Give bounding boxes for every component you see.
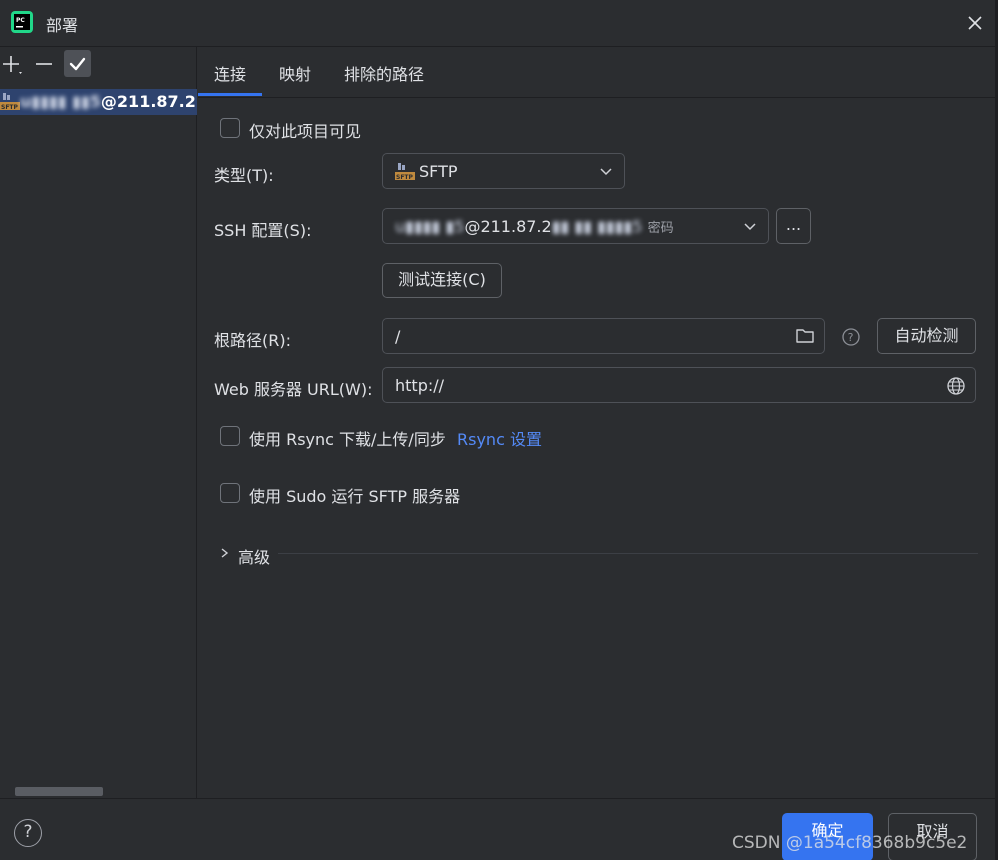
pycharm-logo-icon: PC bbox=[11, 11, 33, 33]
csdn-watermark: CSDN @1a54cf8368b9c5e2 bbox=[732, 833, 968, 853]
ssh-config-label: SSH 配置(S): bbox=[214, 221, 312, 240]
svg-text:PC: PC bbox=[16, 17, 25, 24]
ssh-config-value: u▮▮▮▮ ▮5@211.87.2▮▮ ▮▮ ▮▮▮▮5 密码 bbox=[395, 217, 674, 236]
ssh-config-select[interactable]: u▮▮▮▮ ▮5@211.87.2▮▮ ▮▮ ▮▮▮▮5 密码 bbox=[382, 208, 769, 244]
type-select-value: SFTP bbox=[419, 162, 458, 181]
ssh-auth-type: 密码 bbox=[647, 221, 674, 236]
help-circle-icon[interactable]: ? bbox=[841, 327, 861, 347]
advanced-divider bbox=[278, 553, 978, 554]
chevron-down-icon bbox=[744, 223, 756, 231]
server-name: u▮▮▮▮ ▮▮5@211.87.22 bbox=[20, 92, 197, 111]
ssh-config-more-button[interactable]: ... bbox=[776, 208, 811, 244]
remove-server-icon[interactable] bbox=[31, 52, 57, 78]
server-list-panel: SFTP u▮▮▮▮ ▮▮5@211.87.22 bbox=[0, 47, 197, 798]
dialog-footer: ? 确定 取消 CSDN @1a54cf8368b9c5e2 bbox=[0, 798, 998, 860]
tabs-divider bbox=[198, 97, 998, 98]
tab-connection[interactable]: 连接 bbox=[214, 61, 246, 85]
active-tab-indicator bbox=[198, 93, 262, 96]
tab-mappings[interactable]: 映射 bbox=[279, 61, 311, 85]
ssh-user-redacted: u▮▮▮▮ ▮5 bbox=[395, 217, 465, 236]
horizontal-scrollbar[interactable] bbox=[15, 787, 103, 796]
rsync-label: 使用 Rsync 下载/上传/同步 bbox=[249, 430, 446, 449]
chevron-down-icon bbox=[600, 168, 612, 176]
web-url-field[interactable]: http:// bbox=[382, 367, 976, 403]
web-url-label: Web 服务器 URL(W): bbox=[214, 380, 373, 399]
type-label: 类型(T): bbox=[214, 166, 274, 185]
settings-panel: 连接 映射 排除的路径 仅对此项目可见 类型(T): SFTP SFTP SSH… bbox=[198, 47, 998, 798]
visible-only-label: 仅对此项目可见 bbox=[249, 122, 362, 141]
sudo-checkbox[interactable] bbox=[220, 483, 240, 503]
globe-icon[interactable] bbox=[946, 376, 966, 396]
visible-only-checkbox[interactable] bbox=[220, 118, 240, 138]
server-name-host: @211.87.22 bbox=[100, 92, 197, 111]
tab-excluded-paths[interactable]: 排除的路径 bbox=[344, 61, 424, 85]
auto-detect-button[interactable]: 自动检测 bbox=[877, 318, 976, 354]
help-button[interactable]: ? bbox=[14, 819, 42, 847]
folder-icon[interactable] bbox=[795, 327, 815, 345]
chevron-right-icon[interactable] bbox=[218, 546, 230, 560]
test-connection-button[interactable]: 测试连接(C) bbox=[382, 263, 502, 298]
server-list-item[interactable]: SFTP u▮▮▮▮ ▮▮5@211.87.22 bbox=[0, 89, 197, 115]
rsync-checkbox[interactable] bbox=[220, 426, 240, 446]
rsync-settings-link[interactable]: Rsync 设置 bbox=[457, 426, 542, 450]
sftp-type-icon: SFTP bbox=[395, 163, 415, 181]
ssh-port-redacted: ▮▮ ▮▮ ▮▮▮▮5 bbox=[551, 217, 643, 236]
web-url-value: http:// bbox=[395, 376, 445, 395]
svg-text:SFTP: SFTP bbox=[396, 174, 414, 181]
add-server-icon[interactable] bbox=[0, 52, 26, 78]
sudo-label: 使用 Sudo 运行 SFTP 服务器 bbox=[249, 487, 461, 506]
set-default-check-icon[interactable] bbox=[64, 50, 91, 77]
root-path-label: 根路径(R): bbox=[214, 331, 291, 350]
window-title: 部署 bbox=[46, 16, 79, 35]
ssh-host: @211.87.2 bbox=[464, 217, 552, 236]
svg-text:SFTP: SFTP bbox=[1, 104, 19, 111]
svg-text:?: ? bbox=[848, 331, 854, 344]
sftp-server-icon: SFTP bbox=[0, 93, 20, 111]
root-path-field[interactable]: / bbox=[382, 318, 825, 354]
server-name-redacted: u▮▮▮▮ ▮▮5 bbox=[20, 92, 101, 111]
title-bar: PC 部署 bbox=[0, 0, 998, 46]
type-select[interactable]: SFTP SFTP bbox=[382, 153, 625, 189]
root-path-value: / bbox=[395, 327, 401, 346]
advanced-section-toggle[interactable]: 高级 bbox=[238, 544, 270, 568]
close-icon[interactable] bbox=[962, 10, 988, 36]
